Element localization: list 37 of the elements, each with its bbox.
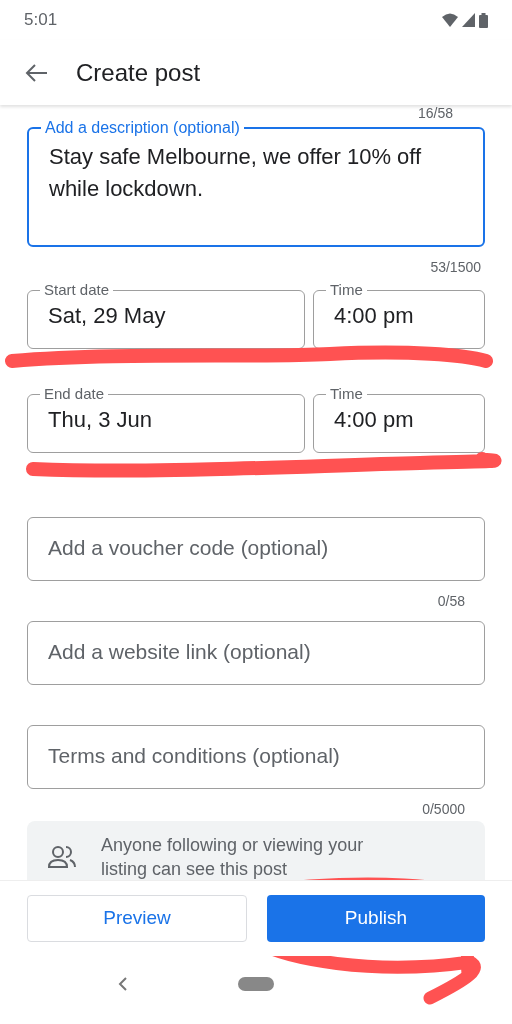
back-arrow-icon[interactable] (24, 62, 48, 83)
text-field[interactable]: Time 4:00 pm (313, 281, 485, 349)
character-counter: 0/5000 (422, 799, 465, 819)
page-title: Create post (76, 57, 201, 88)
field-value: 4:00 pm (333, 302, 415, 330)
preview-button[interactable]: Preview (27, 895, 247, 942)
field-value: 4:00 pm (333, 406, 415, 434)
field-placeholder: Add a voucher code (optional) (47, 535, 330, 561)
text-field[interactable]: Time 4:00 pm (313, 385, 485, 453)
text-field[interactable]: Start date Sat, 29 May (27, 281, 305, 349)
battery-icon (479, 12, 488, 28)
back-icon[interactable] (118, 976, 128, 992)
field-placeholder: Add a website link (optional) (47, 639, 312, 665)
field-value: Sat, 29 May (47, 302, 167, 330)
field-value: Thu, 3 Jun (47, 406, 153, 434)
input-field[interactable]: Add a website link (optional) (27, 621, 485, 685)
description-field[interactable]: Add a description (optional) Stay safe Melbourne, we offer 10% off while lockdown. (27, 119, 485, 247)
wifi-icon (442, 13, 458, 27)
field-value: Stay safe Melbourne, we offer 10% off while lockdown. (48, 143, 423, 203)
status-time: 5:01 (24, 9, 58, 32)
signal-icon (462, 13, 475, 27)
field-placeholder: Terms and conditions (optional) (47, 743, 341, 769)
field-label: Start date (43, 281, 111, 299)
field-label: Time (329, 385, 364, 403)
input-field[interactable]: Add a voucher code (optional) (27, 517, 485, 581)
field-label: End date (43, 385, 106, 403)
people-icon (47, 845, 77, 869)
notice-text: Anyone following or viewing your listing can see this post (101, 834, 365, 880)
input-field[interactable]: Terms and conditions (optional) (27, 725, 485, 789)
text-field[interactable]: End date Thu, 3 Jun (27, 385, 305, 453)
character-counter: 53/1500 (430, 259, 481, 275)
publish-button[interactable]: Publish (267, 895, 485, 942)
home-pill[interactable] (238, 977, 274, 991)
character-counter: 16/58 (417, 105, 453, 121)
field-label: Time (329, 281, 364, 299)
character-counter: 0/58 (437, 591, 465, 611)
field-label: Add a description (optional) (44, 119, 241, 137)
